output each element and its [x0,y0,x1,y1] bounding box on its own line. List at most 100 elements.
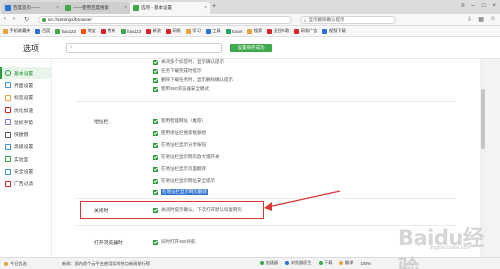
option-close-restore[interactable]: 关闭时提示确认，下次打开默认恢复网页 [153,206,242,214]
close-window-icon[interactable]: × [492,3,496,9]
bookmark-icon [322,28,328,34]
option-download-notify[interactable]: 任务下载完成时提示 [153,67,202,75]
option-safe-mode[interactable]: 使用360浏览器安全模式 [153,85,209,93]
option-page-translate[interactable]: 在地址栏显示页面翻译 [153,165,206,173]
bookmark-item[interactable]: hao123 [120,28,141,34]
option-search-suggest[interactable]: 使用地址栏搜索框联想 [153,129,206,137]
bookmark-item[interactable]: 学习 [185,28,201,34]
minimize-icon[interactable]: – [472,3,475,9]
checkbox[interactable] [153,77,158,83]
keyboard-icon [5,131,11,138]
close-icon[interactable]: × [204,5,207,11]
checkbox[interactable] [153,59,158,65]
close-icon[interactable]: × [124,5,127,11]
checkbox[interactable] [153,239,158,245]
settings-search-input[interactable]: ⌕ [66,43,222,53]
bookmark-item[interactable]: hao123 [55,28,76,34]
checkbox[interactable] [153,68,158,74]
option-close-confirm[interactable]: 关闭多个标签时，显示确认提示 [153,59,224,66]
flask-icon [5,156,11,163]
option-smart-url[interactable]: 使用智能网址（推荐） [153,117,206,125]
search-query: 显示删除确认提示 [308,17,345,22]
status-accelerator[interactable]: 加速器 [260,260,278,266]
bookmark-item[interactable]: 视频下载 [322,28,346,34]
status-recommend[interactable]: 今日优选 [4,261,27,267]
scroll-thumb[interactable] [480,89,485,149]
sidebar-item-block[interactable]: 广告过滤 [0,178,51,190]
divider [76,101,456,102]
bookmark-item[interactable]: 网易广告 [294,28,317,34]
download-icon[interactable]: ⇩ [467,16,472,23]
sidebar-item-keyboard[interactable]: 快捷键 [0,128,51,140]
bookmark-item[interactable]: 京东 [100,28,116,34]
tab-1[interactable]: 百度首页—— × [2,2,62,14]
section-label-address-bar: 地址栏 [94,120,109,125]
checkbox[interactable] [153,189,158,195]
sidebar-item-gear[interactable]: 基本设置 [0,67,51,80]
tab-2[interactable]: ——使用百度搜索 × [62,2,130,14]
status-download[interactable]: 下载 [318,260,332,266]
bookmark-item[interactable]: 网易 [165,28,181,34]
status-doctor[interactable]: 浏览器医生 [285,260,312,266]
sidebar-item-flask[interactable]: 实验室 [0,153,51,165]
refresh-icon[interactable]: ↻ [24,16,29,23]
new-tab-icon[interactable]: + [212,3,216,10]
doctor-icon [285,261,290,265]
settings-header: 选项 ⌕ 设置保存成功 [0,37,500,59]
bookmark-item[interactable]: Excel [225,28,242,34]
translate-icon [339,261,344,265]
user-icon[interactable]: ☺ [490,16,496,23]
bookmark-item[interactable]: 搜索 [247,28,262,34]
sidebar-item-tag[interactable]: 标签设置 [0,92,51,104]
status-zoom[interactable]: 100% [360,260,371,266]
bookmark-item[interactable]: 全民K歌 [267,28,289,34]
option-url-safety[interactable]: 在地址栏显示网址安全提示 [153,177,215,185]
block-icon [5,180,11,187]
option-magnifier[interactable]: 在地址栏显示网页放大镜开关 [153,153,220,161]
option-open-360-nav[interactable]: 同时打开360导航 [153,238,196,246]
checkbox[interactable] [153,207,158,213]
checkbox[interactable] [153,118,158,124]
shield-icon [5,168,11,175]
nav-tools: ⇩ ▦ ☺ [467,16,496,23]
settings-sidebar: 基本设置界面设置 标签设置 优化加速鼠标手势快捷键 高级设置 实验室 安全设置 广告过滤 [0,59,52,257]
back-icon[interactable]: ‹ [4,16,6,22]
tab-bar: 百度首页—— × ——使用百度搜索 × 选项 - 基本设置 × + ≡ – □ … [0,0,500,14]
close-icon[interactable]: × [56,5,59,11]
forward-icon[interactable]: › [13,16,15,22]
bookmark-item[interactable]: 工具 [205,28,221,34]
sidebar-item-rocket[interactable]: 优化加速 [0,104,51,116]
option-share-button[interactable]: 在地址栏显示分享按钮 [153,141,206,149]
maximize-icon[interactable]: □ [482,3,486,9]
mouse-icon [5,119,11,126]
watermark-sub: jingyan.baidu.com [430,245,471,251]
tab-settings[interactable]: 选项 - 基本设置 × [130,2,210,14]
checkbox[interactable] [153,178,158,184]
checkbox[interactable] [153,86,158,92]
address-url: se://settings/browser [48,17,92,23]
bookmark-item[interactable]: 新浪 [146,28,161,34]
sidebar-item-label: 基本设置 [14,71,34,77]
menu-icon[interactable]: ≡ [461,3,465,9]
address-bar[interactable]: se://settings/browser [38,16,292,24]
sidebar-item-wrench[interactable]: 高级设置 [0,141,51,153]
checkbox[interactable] [153,130,158,136]
bookmark-item[interactable]: 淘宝 [80,28,96,34]
rocket-icon [5,107,11,114]
sidebar-item-mouse[interactable]: 鼠标手势 [0,116,51,128]
checkbox[interactable] [153,142,158,148]
status-news[interactable]: 新闻：国内首个云平台使用实时热点新闻排行榜 [62,261,222,267]
bookmark-icon [185,28,191,34]
bookmark-item[interactable]: 百度 [35,28,50,34]
sidebar-item-window[interactable]: 界面设置 [0,79,51,91]
sidebar-item-shield[interactable]: 安全设置 [0,165,51,177]
sidebar-item-label: 鼠标手势 [14,120,34,126]
option-delete-confirm[interactable]: 删除下载任务时，显示删除确认提示 [153,76,233,84]
checkbox[interactable] [153,154,158,160]
option-translate-highlighted[interactable]: 在地址栏显示网页翻译 [153,188,208,196]
search-box[interactable]: ⌕ 显示删除确认提示 [300,16,396,24]
status-translate[interactable]: 翻译 [339,260,353,266]
extension-icon[interactable]: ▦ [478,16,484,23]
bookmark-item[interactable]: 手机收藏夹 [3,28,30,34]
checkbox[interactable] [153,166,158,172]
